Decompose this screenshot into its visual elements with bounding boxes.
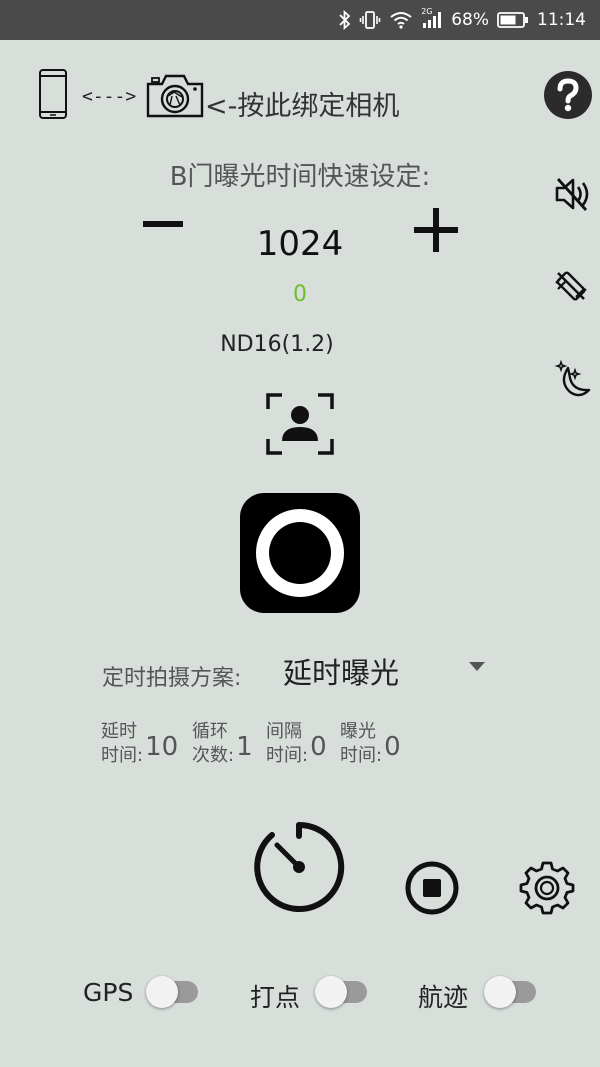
mark-point-toggle[interactable] — [315, 976, 371, 1010]
vibrate-icon — [359, 10, 381, 30]
status-bar: 2G 68% 11:14 — [0, 0, 600, 40]
param-label: 次数: — [192, 745, 235, 766]
battery-percent: 68% — [451, 10, 489, 30]
settings-icon[interactable] — [519, 859, 575, 919]
connection-arrow: <---> — [82, 86, 137, 107]
param-value: 0 — [384, 732, 401, 762]
battery-icon — [497, 11, 529, 29]
vibration-off-icon[interactable] — [553, 268, 589, 308]
chevron-down-icon — [469, 662, 485, 671]
param-label: 时间: — [340, 745, 383, 766]
param-label: 曝光 — [340, 721, 376, 742]
ev-offset-value: 0 — [293, 282, 307, 307]
timer-plan-select[interactable]: 延时曝光 — [283, 650, 493, 694]
bind-camera-button[interactable]: <-按此绑定相机 — [205, 84, 399, 123]
stop-icon[interactable] — [404, 860, 460, 920]
param-loop-count[interactable]: 循环次数: 1 — [192, 720, 253, 768]
decrease-exposure-button[interactable] — [142, 203, 184, 249]
nd-filter-label[interactable]: ND16(1.2) — [177, 332, 377, 357]
param-label: 间隔 — [266, 721, 302, 742]
face-focus-icon[interactable] — [266, 393, 334, 459]
exposure-time-value: 1024 — [256, 224, 344, 264]
help-icon[interactable] — [543, 70, 593, 124]
param-label: 延时 — [101, 721, 137, 742]
timer-icon[interactable] — [250, 818, 348, 920]
timer-plan-selected: 延时曝光 — [283, 656, 400, 690]
timer-plan-label: 定时拍摄方案: — [102, 666, 242, 691]
track-label: 航迹 — [418, 983, 469, 1012]
status-indicators: 2G 68% 11:14 — [339, 0, 586, 40]
param-value: 1 — [236, 732, 253, 762]
gps-label: GPS — [83, 978, 134, 1007]
param-label: 时间: — [101, 745, 144, 766]
phone-icon — [38, 68, 68, 124]
increase-exposure-button[interactable] — [414, 208, 458, 256]
param-value: 10 — [145, 732, 179, 762]
signal-icon: 2G — [421, 7, 443, 30]
camera-icon[interactable] — [145, 72, 205, 122]
status-time: 11:14 — [537, 10, 586, 30]
param-label: 循环 — [192, 721, 228, 742]
bulb-exposure-title: B门曝光时间快速设定: — [169, 162, 431, 192]
param-label: 时间: — [266, 745, 309, 766]
param-exposure[interactable]: 曝光时间: 0 — [340, 720, 401, 768]
param-delay[interactable]: 延时时间: 10 — [101, 720, 178, 768]
wifi-icon — [389, 10, 413, 30]
mark-point-label: 打点 — [250, 983, 301, 1012]
param-interval[interactable]: 间隔时间: 0 — [266, 720, 327, 768]
track-toggle[interactable] — [484, 976, 540, 1010]
shutter-button[interactable] — [240, 493, 360, 617]
gps-toggle[interactable] — [146, 976, 202, 1010]
bluetooth-icon — [339, 10, 351, 30]
night-mode-icon[interactable] — [553, 358, 591, 404]
param-value: 0 — [310, 732, 327, 762]
